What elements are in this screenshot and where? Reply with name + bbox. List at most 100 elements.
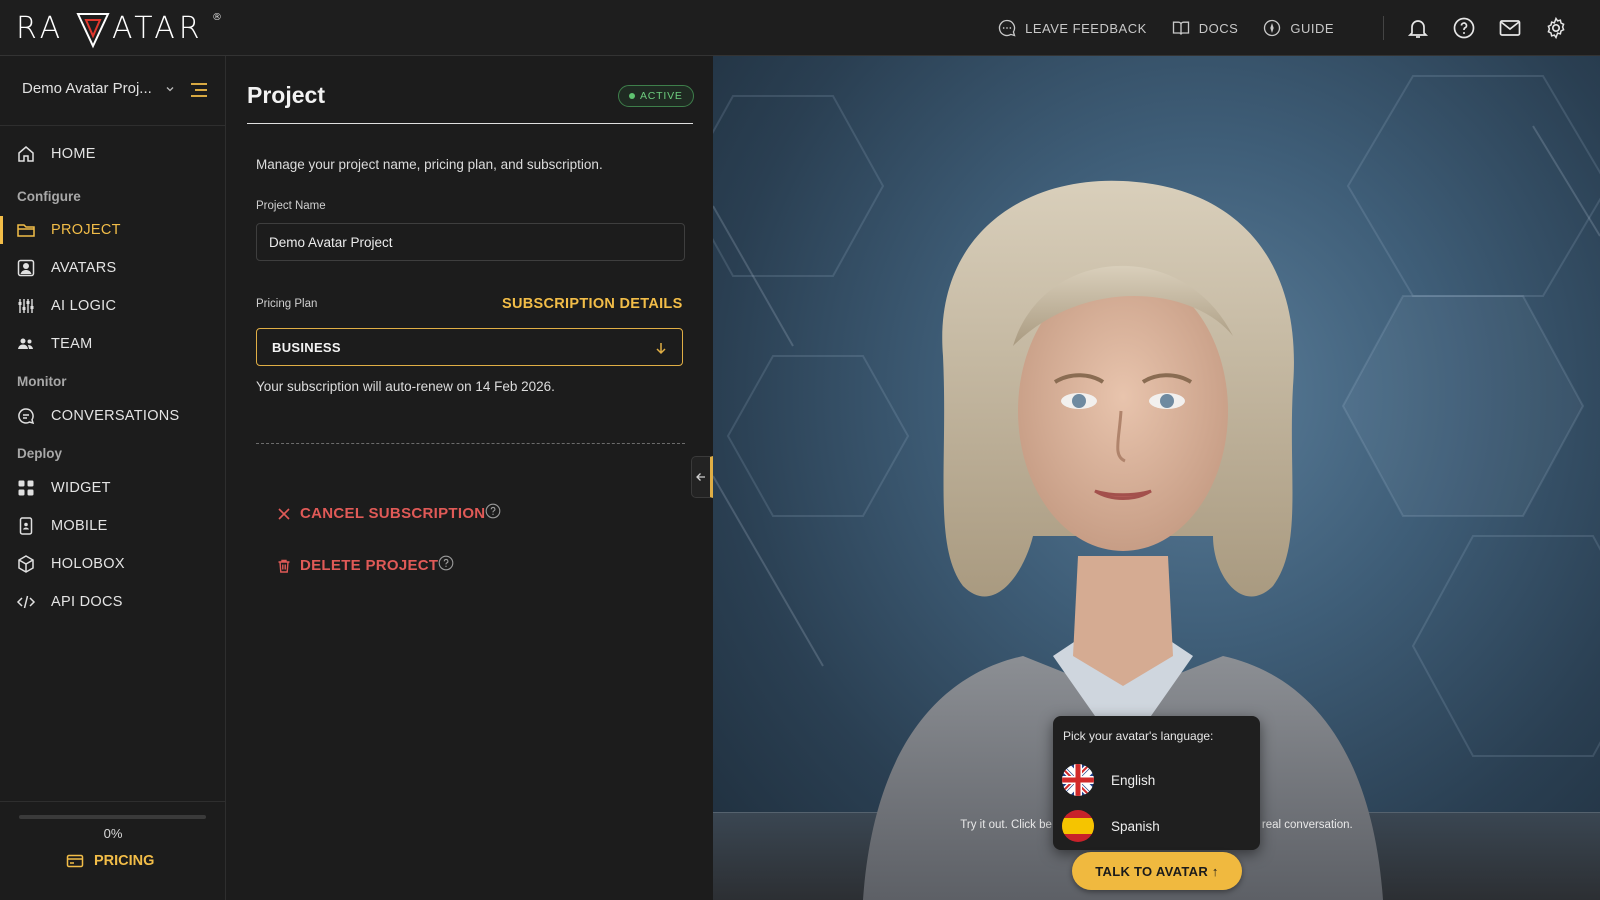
- sidebar-item-holobox[interactable]: HOLOBOX: [0, 546, 226, 582]
- page-description: Manage your project name, pricing plan, …: [256, 157, 603, 172]
- language-picker-title: Pick your avatar's language:: [1063, 729, 1214, 743]
- sliders-icon: [18, 299, 34, 313]
- docs-label: DOCS: [1198, 20, 1239, 36]
- messages-button[interactable]: [1496, 14, 1524, 42]
- close-icon: [278, 507, 290, 520]
- renewal-notice: Your subscription will auto-renew on 14 …: [256, 379, 555, 394]
- sidebar-item-conversations[interactable]: CONVERSATIONS: [0, 398, 226, 434]
- spain-flag-icon: [1062, 810, 1094, 842]
- project-selector[interactable]: Demo Avatar Proj...: [22, 80, 182, 97]
- sidebar-item-conversations-label: CONVERSATIONS: [51, 408, 180, 424]
- settings-button[interactable]: [1542, 14, 1570, 42]
- sidebar-item-mobile-label: MOBILE: [51, 518, 108, 534]
- pricing-button[interactable]: PRICING: [66, 852, 154, 870]
- section-deploy: Deploy: [17, 446, 63, 461]
- folder-icon: [17, 224, 35, 237]
- feedback-icon: [998, 19, 1016, 37]
- sidebar-divider: [0, 125, 226, 126]
- home-icon: [18, 146, 34, 162]
- svg-text:RA: RA: [16, 11, 64, 46]
- pricing-plan-value: BUSINESS: [272, 339, 341, 355]
- subscription-details-link[interactable]: SUBSCRIPTION DETAILS: [502, 296, 683, 312]
- status-badge-label: ACTIVE: [640, 90, 683, 102]
- language-option-spanish-label: Spanish: [1111, 818, 1160, 834]
- sidebar-item-widget[interactable]: WIDGET: [0, 470, 226, 506]
- guide-link[interactable]: GUIDE: [1262, 18, 1334, 38]
- talk-to-avatar-button[interactable]: TALK TO AVATAR ↑: [1072, 852, 1242, 890]
- talk-to-avatar-label: TALK TO AVATAR ↑: [1095, 863, 1219, 879]
- mail-icon: [1499, 20, 1521, 36]
- sidebar-item-avatars-label: AVATARS: [51, 260, 117, 276]
- sidebar-item-holobox-label: HOLOBOX: [51, 556, 125, 572]
- chevron-down-icon: [166, 86, 174, 91]
- sidebar-item-project-label: PROJECT: [51, 222, 121, 238]
- team-icon: [18, 338, 33, 349]
- top-bar: RA ATAR ® LEAVE FEEDBACK DOCS GUIDE: [0, 0, 1600, 56]
- help-button[interactable]: [1450, 14, 1478, 42]
- sidebar-item-home[interactable]: HOME: [0, 136, 226, 172]
- compass-icon: [1264, 19, 1281, 37]
- cancel-subscription-button[interactable]: CANCEL SUBSCRIPTION: [276, 505, 485, 522]
- help-icon: [1453, 17, 1475, 39]
- leave-feedback-link[interactable]: LEAVE FEEDBACK: [997, 18, 1147, 38]
- language-picker-popup: Pick your avatar's language: English Spa…: [1053, 716, 1260, 850]
- arrow-down-icon: [656, 343, 666, 355]
- hint-text-right: real conversation.: [1261, 819, 1353, 831]
- bell-icon: [1407, 20, 1429, 38]
- guide-label: GUIDE: [1290, 20, 1334, 36]
- usage-progress-label: 0%: [103, 826, 123, 841]
- uk-flag-icon: [1062, 764, 1094, 796]
- book-icon: [1172, 21, 1189, 35]
- sidebar-bottom-divider: [0, 801, 226, 802]
- mobile-icon: [19, 517, 33, 535]
- pricing-plan-select[interactable]: BUSINESS: [256, 328, 683, 366]
- section-configure: Configure: [17, 189, 81, 204]
- pricing-plan-label: Pricing Plan: [256, 298, 318, 310]
- menu-icon[interactable]: [190, 82, 208, 98]
- language-option-english[interactable]: English: [1053, 758, 1260, 802]
- project-name-label: Project Name: [256, 200, 326, 212]
- sidebar-item-team[interactable]: TEAM: [0, 326, 226, 362]
- danger-zone-divider: [256, 443, 685, 444]
- topbar-divider: [1383, 16, 1384, 40]
- widget-grid-icon: [18, 480, 34, 496]
- docs-link[interactable]: DOCS: [1171, 18, 1239, 38]
- cancel-help-icon[interactable]: [485, 503, 501, 519]
- sidebar-item-mobile[interactable]: MOBILE: [0, 508, 226, 544]
- sidebar-item-ai-logic-label: AI LOGIC: [51, 298, 117, 314]
- pricing-button-label: PRICING: [94, 853, 155, 869]
- sidebar-item-home-label: HOME: [51, 146, 96, 162]
- status-dot: [629, 93, 635, 99]
- trash-icon: [278, 559, 290, 573]
- sidebar-item-ai-logic[interactable]: AI LOGIC: [0, 288, 226, 324]
- status-badge: ACTIVE: [618, 85, 694, 107]
- leave-feedback-label: LEAVE FEEDBACK: [1025, 20, 1147, 36]
- credit-card-icon: [66, 854, 84, 868]
- delete-project-label: DELETE PROJECT: [300, 557, 439, 574]
- language-option-english-label: English: [1111, 772, 1156, 788]
- logo-graphic: RA ATAR ®: [16, 11, 221, 49]
- page-title: Project: [247, 82, 325, 108]
- avatar-preview: Try it out. Click be real conversation. P…: [713, 56, 1600, 900]
- collapse-panel-button[interactable]: [691, 456, 713, 498]
- usage-progress-bar: [19, 815, 206, 819]
- cube-icon: [18, 555, 34, 573]
- sidebar-item-project[interactable]: PROJECT: [0, 212, 226, 248]
- arrow-left-icon: [696, 473, 705, 481]
- avatar-portrait-icon: [17, 259, 35, 277]
- project-name-input[interactable]: [256, 223, 685, 261]
- hint-text-left: Try it out. Click be: [960, 819, 1052, 831]
- delete-help-icon[interactable]: [438, 555, 454, 571]
- gear-icon: [1547, 16, 1565, 40]
- ravatar-logo[interactable]: RA ATAR ®: [16, 6, 221, 50]
- delete-project-button[interactable]: DELETE PROJECT: [276, 557, 438, 574]
- language-option-spanish[interactable]: Spanish: [1053, 804, 1260, 848]
- svg-text:®: ®: [212, 12, 221, 23]
- notifications-button[interactable]: [1404, 14, 1432, 42]
- sidebar-item-api-docs[interactable]: API DOCS: [0, 584, 226, 620]
- section-monitor: Monitor: [17, 374, 67, 389]
- sidebar-item-avatars[interactable]: AVATARS: [0, 250, 226, 286]
- project-selector-label: Demo Avatar Proj...: [22, 80, 152, 97]
- sidebar-item-widget-label: WIDGET: [51, 480, 111, 496]
- code-icon: [16, 595, 36, 609]
